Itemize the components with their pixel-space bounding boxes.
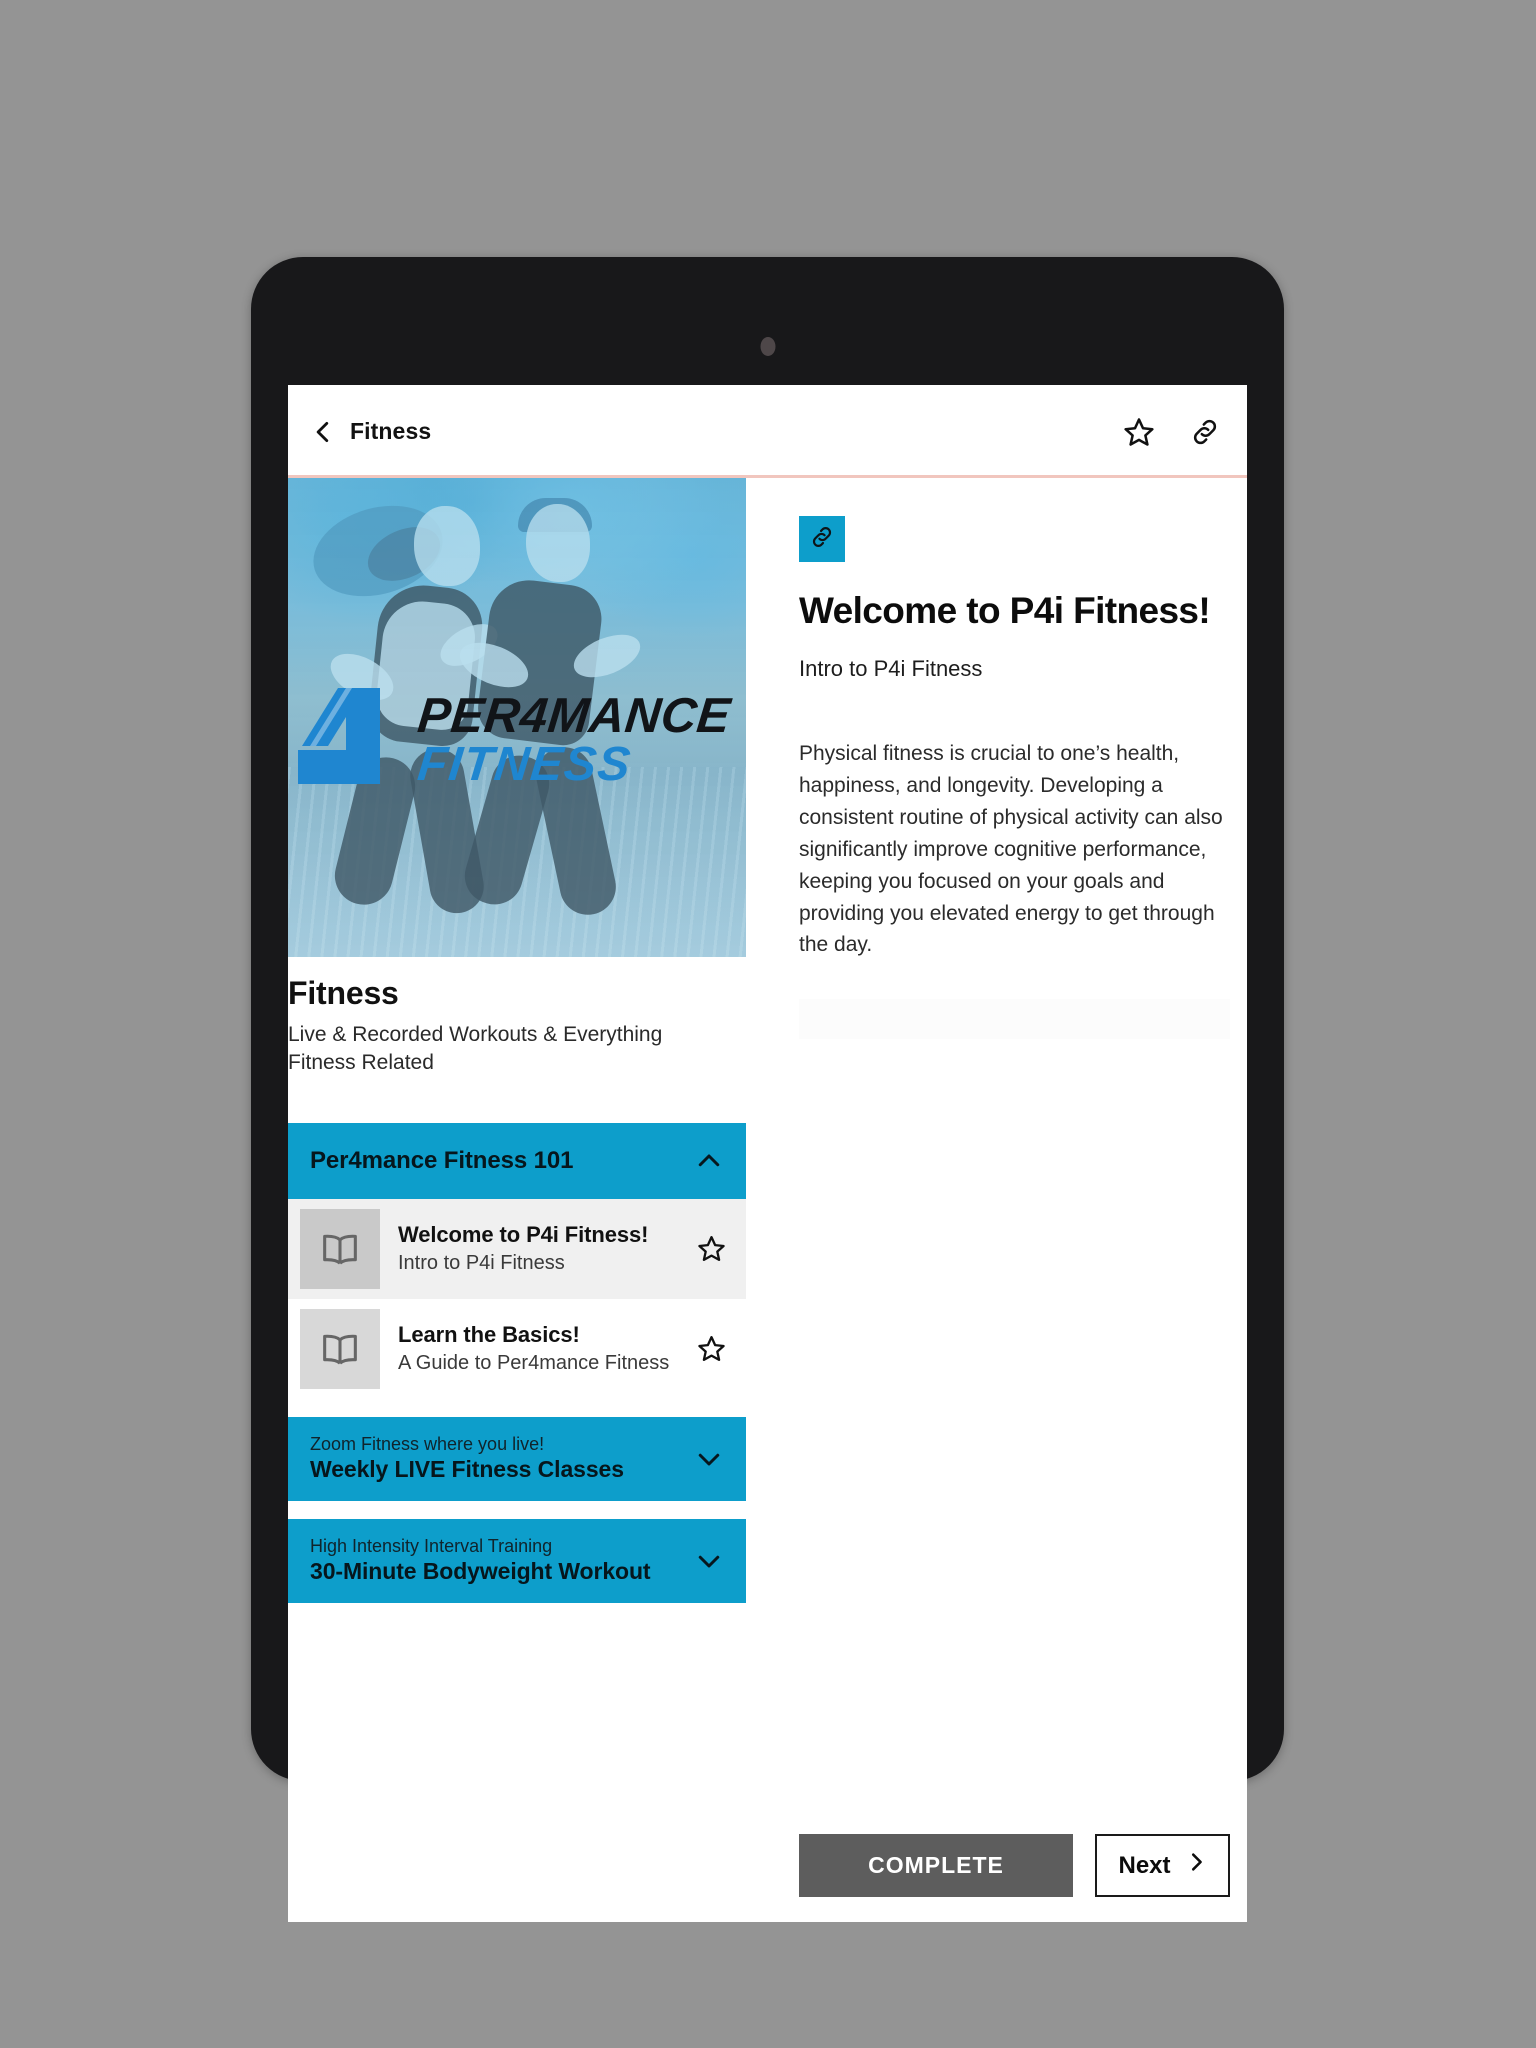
lesson-title: Learn the Basics! bbox=[398, 1322, 580, 1348]
course-section: Per4mance Fitness 101 Welcome to P4i Fitn… bbox=[288, 1122, 746, 1399]
course-outline-scroll: PER4MANCE FITNESS Fitness Live & Recorde… bbox=[288, 478, 746, 1621]
lesson-title: Welcome to P4i Fitness! bbox=[398, 1222, 649, 1248]
content-split: PER4MANCE FITNESS Fitness Live & Recorde… bbox=[288, 478, 1247, 1922]
course-outline-panel[interactable]: PER4MANCE FITNESS Fitness Live & Recorde… bbox=[288, 478, 746, 1922]
book-icon bbox=[323, 1234, 357, 1265]
logo-word-fitness: FITNESS bbox=[415, 737, 635, 791]
section-eyebrow: High Intensity Interval Training bbox=[310, 1535, 553, 1556]
section-header[interactable]: Zoom Fitness where you live! Weekly LIVE … bbox=[288, 1416, 746, 1501]
lesson-row[interactable]: Learn the Basics! A Guide to Per4mance Fi… bbox=[288, 1298, 746, 1399]
book-icon bbox=[323, 1334, 357, 1365]
app-bar-left-group: Fitness bbox=[310, 418, 431, 445]
course-subtitle: Live & Recorded Workouts & Everything Fi… bbox=[288, 1023, 663, 1074]
course-title: Fitness bbox=[288, 975, 399, 1011]
per4mance-logo: PER4MANCE FITNESS bbox=[288, 684, 746, 797]
lesson-subtitle: A Guide to Per4mance Fitness bbox=[398, 1352, 670, 1375]
section-header-text: Zoom Fitness where you live! Weekly LIVE … bbox=[310, 1433, 624, 1485]
chevron-down-icon bbox=[698, 1453, 720, 1466]
section-title: Per4mance Fitness 101 bbox=[310, 1147, 574, 1175]
lesson-action-bar: COMPLETE Next bbox=[799, 1834, 1230, 1922]
course-summary: Fitness Live & Recorded Workouts & Every… bbox=[288, 957, 746, 1077]
link-icon[interactable] bbox=[1189, 416, 1221, 448]
course-hero-image: PER4MANCE FITNESS bbox=[288, 478, 746, 957]
section-header[interactable]: High Intensity Interval Training 30-Minut… bbox=[288, 1518, 746, 1603]
next-button-label: Next bbox=[1118, 1851, 1171, 1879]
link-icon bbox=[809, 524, 835, 555]
lesson-row[interactable]: Welcome to P4i Fitness! Intro to P4i Fitn… bbox=[288, 1198, 746, 1299]
course-section: Zoom Fitness where you live! Weekly LIVE … bbox=[288, 1416, 746, 1501]
star-outline-icon[interactable] bbox=[697, 1234, 726, 1263]
lesson-body-text: Physical fitness is crucial to one’s hea… bbox=[799, 742, 1223, 957]
lesson-text: Welcome to P4i Fitness! Intro to P4i Fitn… bbox=[380, 1222, 697, 1275]
lesson-thumbnail bbox=[300, 1308, 380, 1389]
star-outline-icon[interactable] bbox=[697, 1334, 726, 1363]
section-eyebrow: Zoom Fitness where you live! bbox=[310, 1433, 545, 1454]
lesson-subheading: Intro to P4i Fitness bbox=[799, 656, 983, 681]
complete-button[interactable]: COMPLETE bbox=[799, 1834, 1073, 1897]
section-title: Weekly LIVE Fitness Classes bbox=[310, 1456, 624, 1483]
lesson-thumbnail bbox=[300, 1208, 380, 1289]
app-bar-title: Fitness bbox=[350, 418, 432, 444]
lesson-text: Learn the Basics! A Guide to Per4mance Fi… bbox=[380, 1322, 697, 1375]
star-outline-icon[interactable] bbox=[1123, 416, 1155, 448]
chevron-left-icon[interactable] bbox=[310, 419, 336, 445]
content-placeholder-block bbox=[799, 999, 1230, 1040]
next-button[interactable]: Next bbox=[1095, 1834, 1230, 1897]
section-header-text: Per4mance Fitness 101 bbox=[310, 1145, 573, 1176]
logo-word-per4mance: PER4MANCE bbox=[415, 688, 734, 743]
section-header[interactable]: Per4mance Fitness 101 bbox=[288, 1122, 746, 1199]
lesson-detail-panel: Welcome to P4i Fitness! Intro to P4i Fit… bbox=[746, 478, 1247, 1922]
section-list: Per4mance Fitness 101 Welcome to P4i Fitn… bbox=[288, 1122, 746, 1603]
lesson-heading: Welcome to P4i Fitness! bbox=[799, 590, 1211, 631]
app-bar-actions bbox=[1123, 416, 1221, 448]
tablet-device-frame: Fitness PER4MANCE FITNESS Fitness Live &… bbox=[251, 257, 1284, 1922]
chevron-right-icon bbox=[1185, 1851, 1207, 1880]
lesson-type-badge bbox=[799, 516, 845, 562]
course-section: High Intensity Interval Training 30-Minut… bbox=[288, 1518, 746, 1603]
app-bar: Fitness bbox=[288, 385, 1247, 478]
section-title: 30-Minute Bodyweight Workout bbox=[310, 1558, 651, 1585]
tablet-screen: Fitness PER4MANCE FITNESS Fitness Live &… bbox=[288, 385, 1247, 1922]
chevron-down-icon bbox=[698, 1555, 720, 1568]
logo-wordmark: PER4MANCE FITNESS bbox=[415, 688, 734, 791]
lesson-subtitle: Intro to P4i Fitness bbox=[398, 1252, 565, 1275]
section-header-text: High Intensity Interval Training 30-Minut… bbox=[310, 1535, 651, 1587]
number-4-logo-mark bbox=[294, 684, 406, 797]
front-camera-dot bbox=[760, 337, 775, 356]
chevron-up-icon bbox=[698, 1154, 720, 1167]
